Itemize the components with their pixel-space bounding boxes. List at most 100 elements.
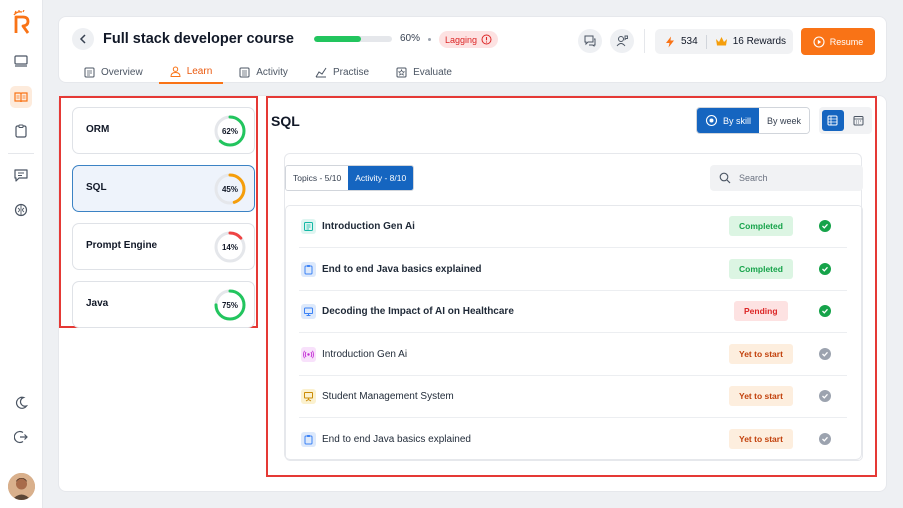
course-header: Full stack developer course 60% Lagging … (58, 16, 887, 84)
activity-row[interactable]: Decoding the Impact of AI on Healthcare P… (299, 291, 847, 333)
crown-icon (715, 37, 727, 46)
logout-icon[interactable] (10, 426, 32, 448)
progress-percent: 60% (400, 33, 421, 44)
topic-card-orm[interactable]: ORM 62% (72, 107, 255, 154)
course-progress-fill (314, 36, 361, 42)
clipboard-icon (304, 264, 313, 274)
check-circle-icon (819, 390, 831, 402)
activity-row[interactable]: End to end Java basics explained Yet to s… (299, 419, 847, 461)
tab-overview[interactable]: Overview (73, 60, 154, 84)
activity-panel: Topics - 5/10 Activity - 8/10 Introducti… (284, 153, 863, 461)
activity-type-icon (301, 304, 316, 319)
learner-icon (170, 66, 181, 77)
status-badge: Yet to start (729, 428, 793, 449)
topic-percent: 75% (221, 300, 238, 310)
dashboard-icon[interactable] (10, 50, 32, 72)
tab-evaluate[interactable]: Evaluate (385, 60, 463, 84)
tab-learn[interactable]: Learn (158, 60, 224, 84)
check-circle-icon (819, 432, 831, 445)
avatar[interactable] (8, 473, 35, 500)
topic-list: ORM 62% SQL 45% Prompt Engine 14% Java 7… (59, 96, 258, 328)
panel-tabs: Topics - 5/10 Activity - 8/10 (285, 165, 415, 191)
search-input[interactable] (739, 173, 849, 183)
topic-detail: SQL By skill By week Topics - 5/10 Activ… (266, 96, 877, 477)
target-icon (705, 114, 718, 127)
topic-percent: 45% (221, 184, 238, 194)
check-circle-icon (819, 305, 831, 317)
app-logo-icon[interactable] (11, 9, 33, 34)
activity-title: End to end Java basics explained (322, 263, 482, 275)
back-button[interactable] (72, 28, 94, 50)
activity-row[interactable]: Introduction Gen Ai Yet to start (299, 334, 847, 376)
brain-icon[interactable] (10, 199, 32, 221)
chevron-left-icon (79, 34, 86, 44)
activity-title: Introduction Gen Ai (322, 221, 415, 232)
status-badge: Completed (729, 216, 793, 236)
by-week-label: By week (767, 115, 802, 126)
status-badge: Completed (729, 258, 793, 279)
list-icon (239, 67, 250, 77)
activity-title: Decoding the Impact of AI on Healthcare (322, 306, 514, 317)
activity-row[interactable]: Introduction Gen Ai Completed (299, 206, 847, 248)
dot-separator (428, 38, 431, 41)
resume-button[interactable]: Resume (801, 28, 875, 55)
header-divider (644, 29, 645, 53)
activity-type-icon (301, 389, 316, 404)
topic-name: Prompt Engine (86, 240, 158, 251)
pill-divider (705, 34, 707, 49)
tab-activity[interactable]: Activity (228, 60, 299, 84)
clipboard-icon[interactable] (10, 120, 32, 142)
activity-title: Student Management System (322, 391, 454, 402)
chat-icon[interactable] (10, 164, 32, 186)
calendar-icon (853, 116, 864, 126)
tab-learn-label: Learn (186, 65, 213, 77)
topic-card-prompt-engine[interactable]: Prompt Engine 14% (72, 223, 255, 270)
lightning-icon (666, 36, 674, 47)
by-skill-label: By skill (723, 115, 752, 126)
topic-percent: 62% (221, 126, 238, 136)
chart-icon (315, 67, 327, 77)
mentor-button[interactable] (610, 29, 634, 53)
status-badge-label: Lagging (445, 34, 478, 45)
search-box (710, 165, 863, 191)
document-icon (84, 67, 95, 77)
tab-activity-label: Activity (256, 66, 288, 78)
tab-topics[interactable]: Topics - 5/10 (286, 166, 349, 190)
by-skill-button[interactable]: By skill (697, 108, 760, 133)
activity-row[interactable]: Student Management System Yet to start (299, 376, 847, 418)
calendar-view-button[interactable] (848, 110, 870, 131)
by-week-button[interactable]: By week (759, 108, 810, 133)
list-view-icon (827, 115, 838, 126)
topic-card-java[interactable]: Java 75% (72, 281, 255, 328)
rewards-summary[interactable]: 534 16 Rewards (655, 29, 793, 54)
points-count: 534 (681, 36, 698, 47)
status-badge: Lagging (439, 31, 499, 48)
topic-name: SQL (86, 182, 107, 193)
topic-percent: 14% (221, 242, 238, 252)
course-tabs: Overview Learn Activity Practise Evaluat… (73, 60, 468, 84)
tab-overview-label: Overview (101, 66, 143, 78)
activity-type-icon (301, 261, 316, 277)
moon-icon[interactable] (10, 391, 32, 413)
info-icon[interactable] (481, 34, 492, 45)
topic-card-sql[interactable]: SQL 45% (72, 165, 255, 212)
user-support-icon (616, 35, 628, 47)
rail-divider (8, 153, 34, 154)
list-view-button[interactable] (822, 110, 844, 131)
check-circle-icon (819, 347, 831, 360)
book-icon[interactable] (10, 86, 32, 108)
status-badge: Pending (734, 301, 788, 321)
tab-practise[interactable]: Practise (304, 60, 380, 84)
discussion-button[interactable] (578, 29, 602, 53)
layout-toggle (819, 107, 872, 134)
view-by-toggle: By skill By week (696, 107, 811, 134)
topic-name: ORM (86, 124, 110, 135)
left-rail (0, 0, 43, 508)
activity-type-icon (301, 431, 316, 447)
activity-row[interactable]: End to end Java basics explained Complete… (299, 249, 847, 291)
topic-title: SQL (271, 113, 300, 129)
broadcast-icon (303, 350, 314, 358)
tab-activity-count[interactable]: Activity - 8/10 (348, 166, 414, 190)
search-icon (719, 172, 731, 184)
tab-practise-label: Practise (332, 66, 370, 78)
